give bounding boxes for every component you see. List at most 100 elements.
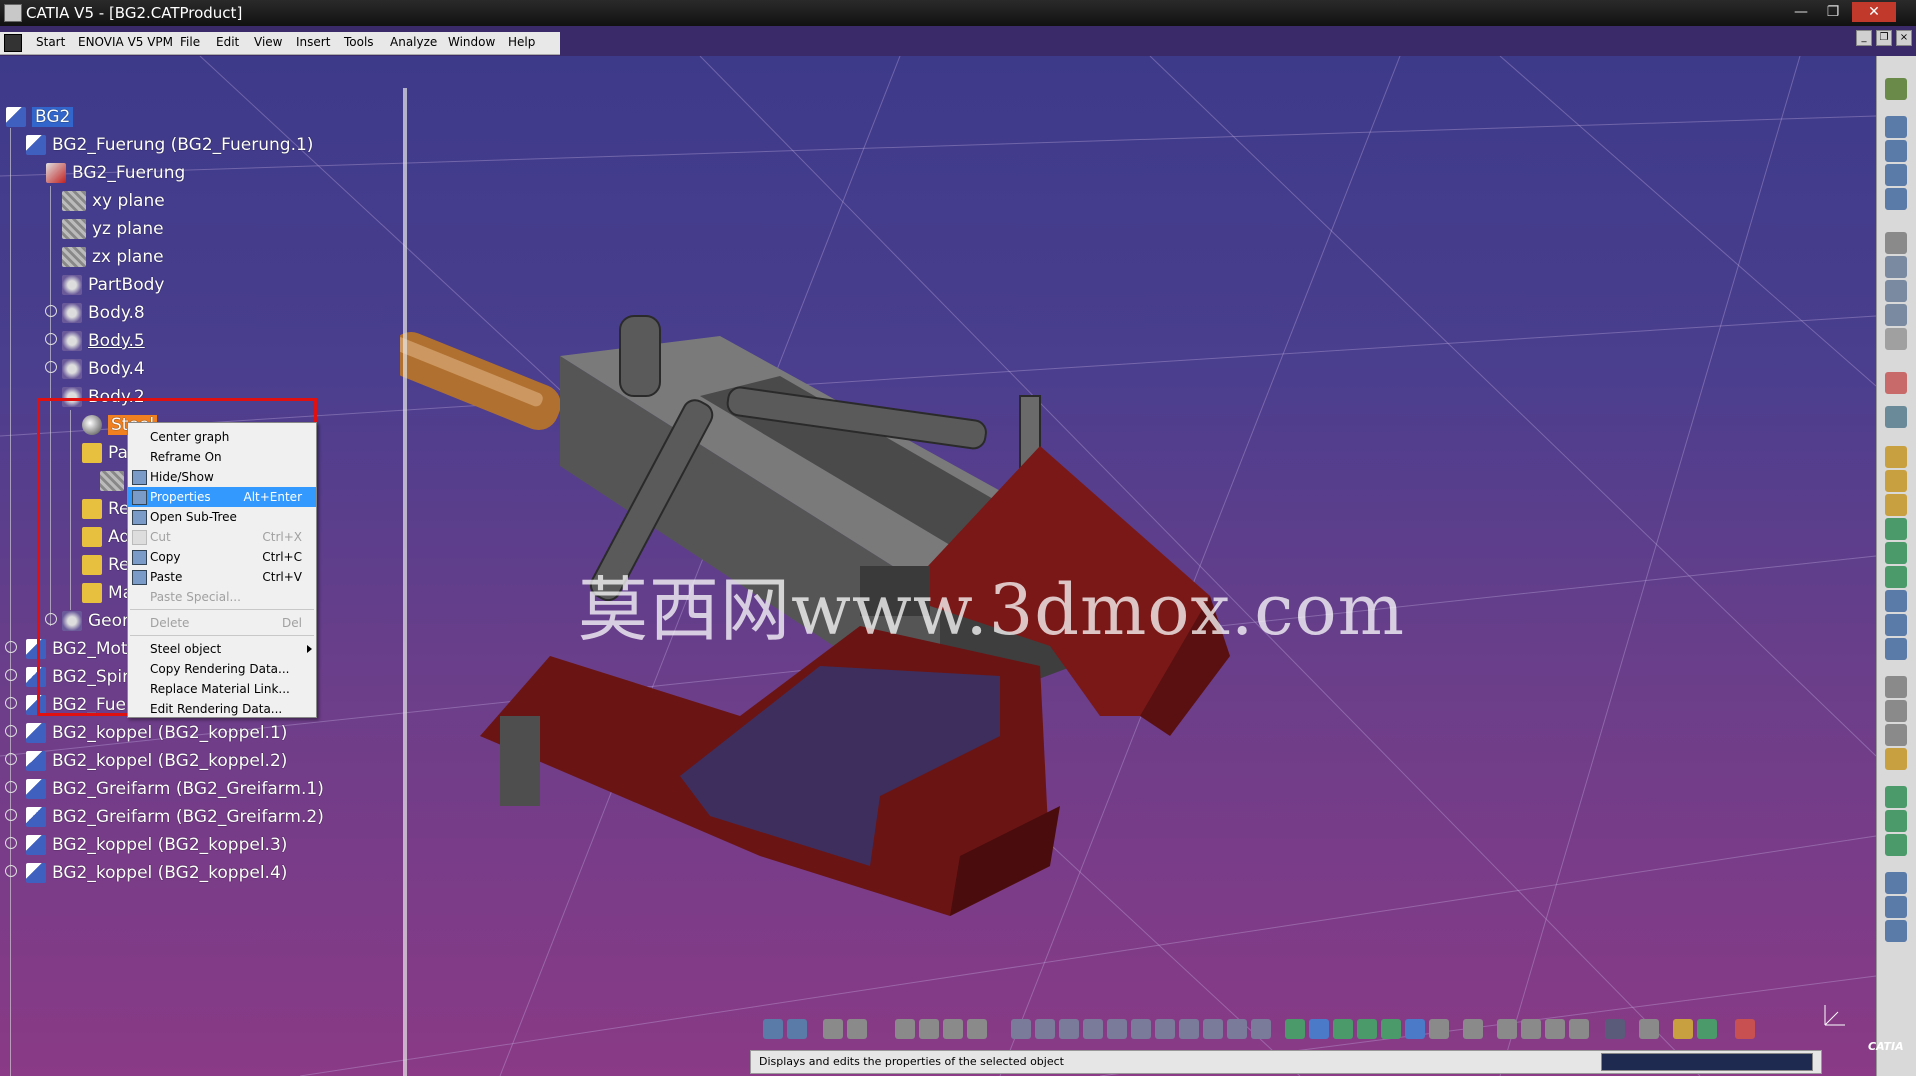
section-icon[interactable] <box>1885 724 1907 746</box>
catalog-icon[interactable] <box>1885 834 1907 856</box>
angle-icon[interactable] <box>1885 518 1907 540</box>
publication-icon[interactable] <box>1885 920 1907 942</box>
snap-icon[interactable] <box>1885 256 1907 278</box>
tree-node[interactable]: yz plane <box>62 216 164 242</box>
redo-icon[interactable] <box>787 1019 807 1039</box>
menu-item-replace-material-link[interactable]: Replace Material Link... <box>128 679 316 699</box>
menu-item-open-sub-tree[interactable]: Open Sub-Tree <box>128 507 316 527</box>
texture-icon[interactable] <box>1429 1019 1449 1039</box>
new-part-icon[interactable] <box>1885 164 1907 186</box>
player-icon[interactable] <box>1569 1019 1589 1039</box>
fix-together-icon[interactable] <box>1885 566 1907 588</box>
menu-item-paste[interactable]: Paste Ctrl+V <box>128 567 316 587</box>
turntable-icon[interactable] <box>1381 1019 1401 1039</box>
tree-node[interactable]: Body.8 <box>62 300 145 326</box>
lock-icon[interactable] <box>943 1019 963 1039</box>
tree-expander[interactable] <box>5 669 17 681</box>
fix-icon[interactable] <box>1885 542 1907 564</box>
tree-node[interactable]: xy plane <box>62 188 165 214</box>
tree-node[interactable]: BG2_Greifarm (BG2_Greifarm.2) <box>26 804 324 830</box>
quick-constraint-icon[interactable] <box>1885 590 1907 612</box>
doc-close-button[interactable]: × <box>1896 30 1912 46</box>
space-analysis-icon[interactable] <box>1697 1019 1717 1039</box>
rotate-icon[interactable] <box>1083 1019 1103 1039</box>
table-icon[interactable] <box>895 1019 915 1039</box>
explode-icon[interactable] <box>1885 280 1907 302</box>
existing-component-icon[interactable] <box>1885 140 1907 162</box>
bom-icon[interactable] <box>1885 896 1907 918</box>
maximize-button[interactable]: ❐ <box>1818 2 1848 22</box>
tree-node[interactable]: BG2_Fuerung (BG2_Fuerung.1) <box>26 132 313 158</box>
doc-minimize-button[interactable]: _ <box>1856 30 1872 46</box>
hide-show-toolbar-icon[interactable] <box>1251 1019 1271 1039</box>
tree-expander[interactable] <box>5 809 17 821</box>
sequence-icon[interactable] <box>1545 1019 1565 1039</box>
weld-icon[interactable] <box>1885 872 1907 894</box>
plane-section-icon[interactable] <box>1639 1019 1659 1039</box>
contact-icon[interactable] <box>1885 470 1907 492</box>
create-multi-view-icon[interactable] <box>1179 1019 1199 1039</box>
tree-root-node[interactable]: BG2 <box>6 104 74 130</box>
fit-all-icon[interactable] <box>1035 1019 1055 1039</box>
new-product-icon[interactable] <box>1885 188 1907 210</box>
photo-studio-icon[interactable] <box>1463 1019 1483 1039</box>
tree-expand-icon[interactable] <box>919 1019 939 1039</box>
simulation-icon[interactable] <box>1497 1019 1517 1039</box>
change-constraint-icon[interactable] <box>1885 638 1907 660</box>
pan-icon[interactable] <box>1059 1019 1079 1039</box>
offset-icon[interactable] <box>1885 494 1907 516</box>
normal-view-icon[interactable] <box>1155 1019 1175 1039</box>
compass-axis-icon[interactable] <box>1820 1000 1850 1030</box>
menu-item-copy[interactable]: Copy Ctrl+C <box>128 547 316 567</box>
tree-node[interactable]: Body.4 <box>62 356 145 382</box>
environment-icon[interactable] <box>1309 1019 1329 1039</box>
tree-expander[interactable] <box>45 333 57 345</box>
manipulation-icon[interactable] <box>1885 232 1907 254</box>
material-apply-icon[interactable] <box>1285 1019 1305 1039</box>
tree-node[interactable]: BG2_koppel (BG2_koppel.3) <box>26 832 287 858</box>
clash-icon[interactable] <box>1885 700 1907 722</box>
tree-node[interactable]: BG2_koppel (BG2_koppel.4) <box>26 860 287 886</box>
constraint-icon[interactable] <box>1885 406 1907 428</box>
close-button[interactable]: ✕ <box>1852 2 1896 22</box>
zoom-in-icon[interactable] <box>1107 1019 1127 1039</box>
grid-icon[interactable] <box>1735 1019 1755 1039</box>
scene-icon[interactable] <box>1885 786 1907 808</box>
analysis-icon[interactable] <box>967 1019 987 1039</box>
menu-item-copy-rendering-data[interactable]: Copy Rendering Data... <box>128 659 316 679</box>
tree-expander[interactable] <box>5 781 17 793</box>
product-structure-icon[interactable] <box>1885 116 1907 138</box>
formula-icon[interactable] <box>823 1019 843 1039</box>
reuse-pattern-icon[interactable] <box>1885 614 1907 636</box>
annotation-icon[interactable] <box>1885 748 1907 770</box>
tree-node[interactable]: BG2_koppel (BG2_koppel.2) <box>26 748 287 774</box>
track-icon[interactable] <box>1521 1019 1541 1039</box>
tree-expander[interactable] <box>5 697 17 709</box>
menu-item-hide-show[interactable]: Hide/Show <box>128 467 316 487</box>
tree-node[interactable]: Body.5 <box>62 328 145 354</box>
select-pointer-icon[interactable] <box>1885 372 1907 394</box>
menu-item-properties[interactable]: Properties Alt+Enter <box>128 487 316 507</box>
tree-expander[interactable] <box>5 725 17 737</box>
doc-restore-button[interactable]: ❐ <box>1876 30 1892 46</box>
minimize-button[interactable]: — <box>1786 2 1816 22</box>
zoom-out-icon[interactable] <box>1131 1019 1151 1039</box>
tree-expander[interactable] <box>5 753 17 765</box>
coincidence-icon[interactable] <box>1885 446 1907 468</box>
menu-help[interactable]: Help <box>508 35 535 49</box>
tree-node[interactable]: BG2_koppel (BG2_koppel.1) <box>26 720 287 746</box>
tree-splitter[interactable] <box>403 88 407 1076</box>
comment-icon[interactable] <box>847 1019 867 1039</box>
update-icon[interactable] <box>1885 328 1907 350</box>
swept-volume-icon[interactable] <box>1605 1019 1625 1039</box>
tree-node[interactable]: BG2_Greifarm (BG2_Greifarm.1) <box>26 776 324 802</box>
tree-expander[interactable] <box>5 641 17 653</box>
measure-icon[interactable] <box>1885 676 1907 698</box>
tree-expander[interactable] <box>45 305 57 317</box>
tree-expander[interactable] <box>45 361 57 373</box>
stop-manipulate-icon[interactable] <box>1885 304 1907 326</box>
dmu-icon[interactable] <box>1673 1019 1693 1039</box>
tree-node[interactable]: PartBody <box>62 272 164 298</box>
undo-icon[interactable] <box>763 1019 783 1039</box>
isometric-view-icon[interactable] <box>1203 1019 1223 1039</box>
